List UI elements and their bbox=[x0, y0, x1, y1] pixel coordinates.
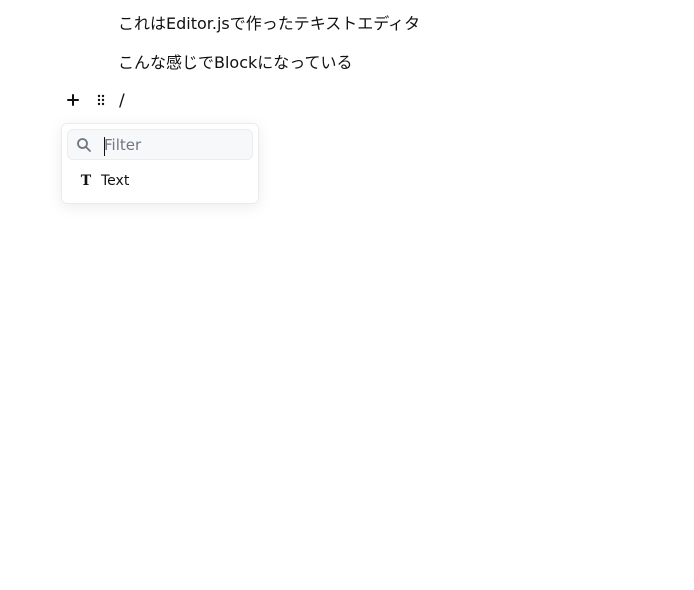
search-icon bbox=[76, 137, 92, 153]
editor-block[interactable]: これはEditor.jsで作ったテキストエディタ bbox=[118, 14, 420, 34]
editor-canvas: これはEditor.jsで作ったテキストエディタ こんな感じでBlockになって… bbox=[0, 0, 694, 590]
menu-item-text[interactable]: T Text bbox=[67, 164, 253, 198]
menu-item-label: Text bbox=[101, 173, 130, 189]
plus-button[interactable] bbox=[62, 90, 84, 112]
block-toolbar: / bbox=[62, 88, 125, 114]
drag-handle-icon bbox=[95, 92, 107, 111]
editor-block[interactable]: こんな感じでBlockになっている bbox=[118, 53, 352, 73]
text-icon: T bbox=[80, 173, 92, 189]
current-block-input[interactable]: / bbox=[119, 91, 125, 111]
filter-search-box[interactable] bbox=[67, 129, 253, 160]
plus-icon bbox=[66, 92, 80, 111]
text-caret bbox=[104, 137, 105, 156]
filter-input[interactable] bbox=[104, 135, 238, 154]
block-tool-popover: T Text bbox=[61, 123, 259, 204]
drag-handle-button[interactable] bbox=[90, 90, 112, 112]
